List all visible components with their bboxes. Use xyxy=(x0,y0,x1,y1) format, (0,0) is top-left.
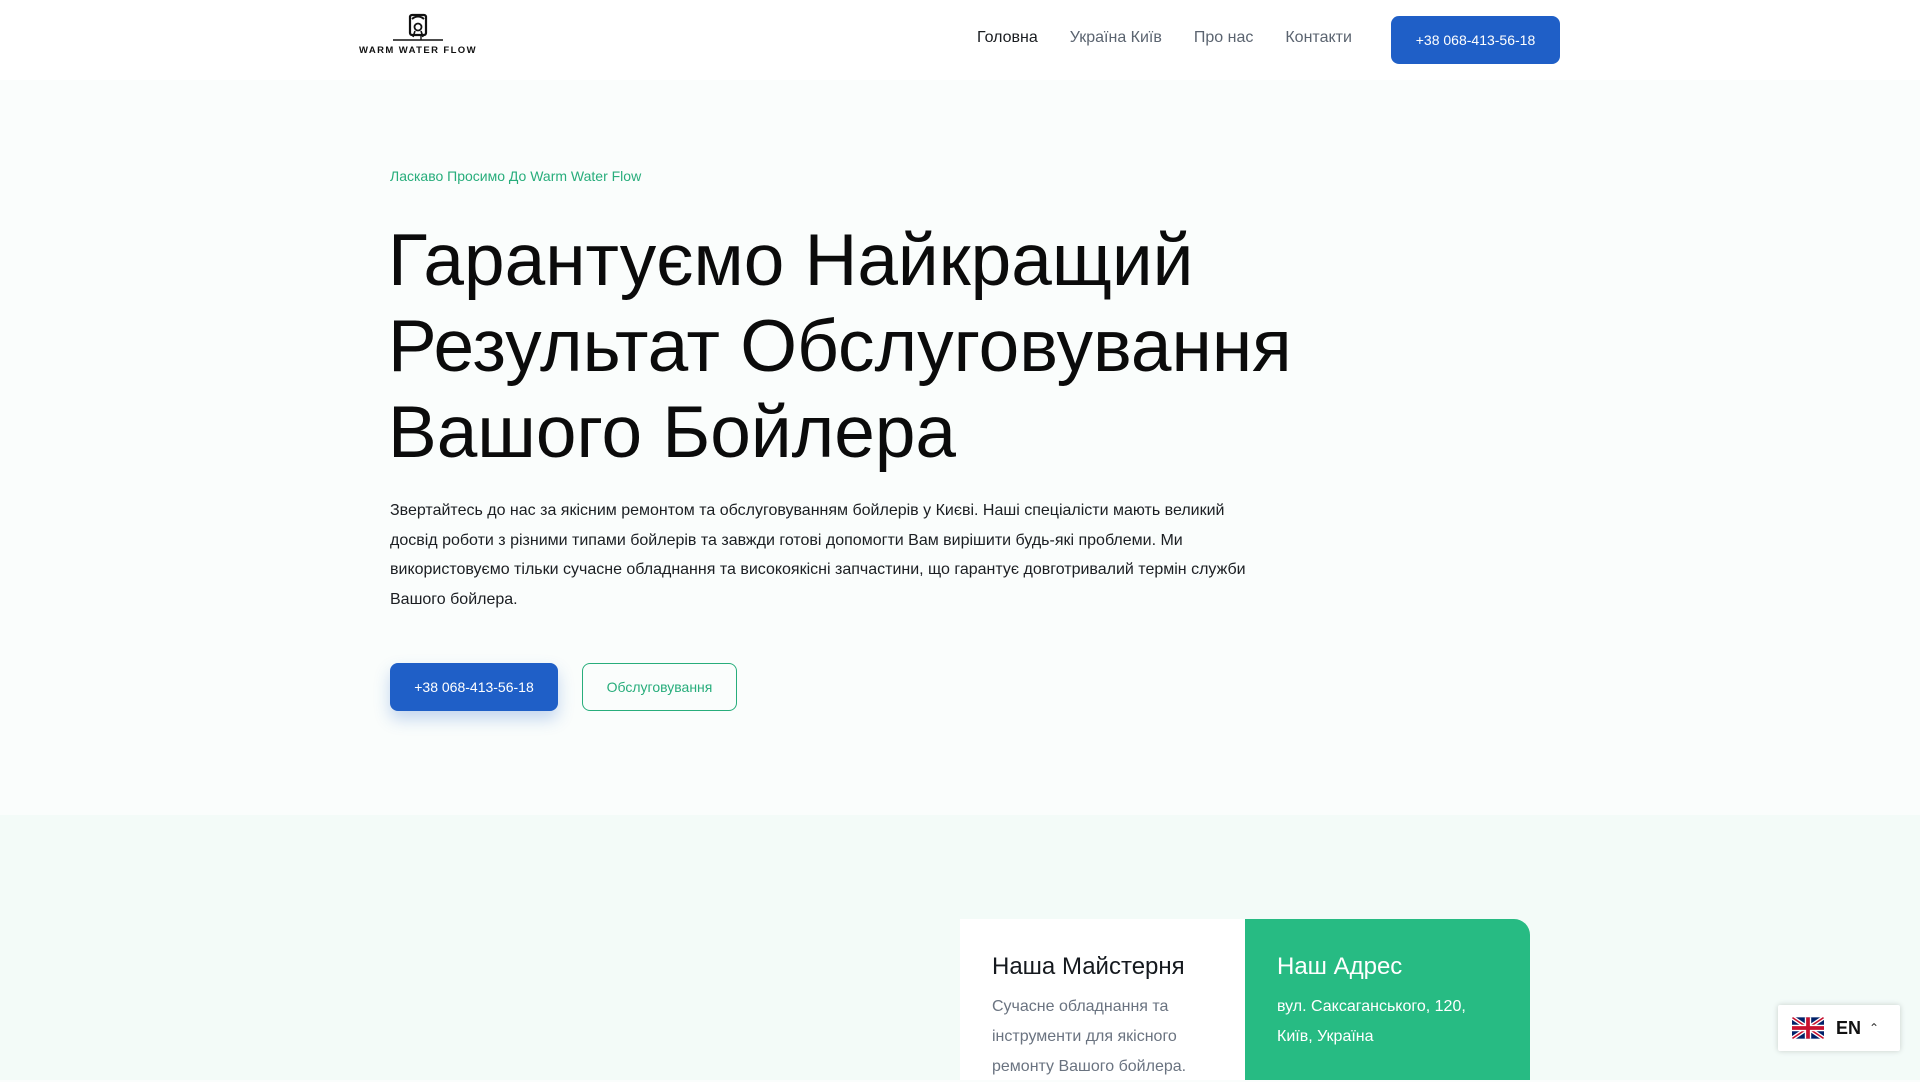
hero-eyebrow: Ласкаво Просимо До Warm Water Flow xyxy=(390,168,642,184)
address-card: Наш Адрес вул. Саксаганського, 120, Київ… xyxy=(1245,919,1530,1080)
nav-item-contacts[interactable]: Контакти xyxy=(1285,29,1352,47)
language-code: EN xyxy=(1836,1017,1862,1038)
hero-description: Звертайтесь до нас за якісним ремонтом т… xyxy=(390,502,1246,608)
nav-item-about[interactable]: Про нас xyxy=(1194,29,1253,47)
site-header: WARM WATER FLOW Головна Україна Київ Про… xyxy=(0,0,1920,80)
chevron-up-icon: ⌃ xyxy=(1869,1021,1880,1035)
nav-item-home[interactable]: Головна xyxy=(977,29,1038,47)
service-button[interactable]: Обслуговування xyxy=(582,663,737,711)
nav-item-ukraine-kyiv[interactable]: Україна Київ xyxy=(1070,29,1162,47)
logo-text: WARM WATER FLOW xyxy=(359,45,477,56)
header-phone-button[interactable]: +38 068-413-56-18 xyxy=(1391,16,1560,64)
logo[interactable]: WARM WATER FLOW xyxy=(358,13,478,67)
workshop-card: Наша Майстерня Сучасне обладнання та інс… xyxy=(960,919,1245,1080)
language-switcher[interactable]: EN ⌃ xyxy=(1778,1005,1900,1051)
workshop-card-title: Наша Майстерня xyxy=(992,953,1185,980)
address-card-text: вул. Саксаганського, 120, Київ, Україна xyxy=(1277,998,1466,1045)
address-card-title: Наш Адрес xyxy=(1277,953,1403,980)
uk-flag-icon xyxy=(1792,1017,1824,1039)
hero-phone-button[interactable]: +38 068-413-56-18 xyxy=(390,663,558,711)
workshop-card-text: Сучасне обладнання та інструменти для як… xyxy=(992,998,1187,1075)
hero-title: Гарантуємо Найкращий Результат Обслугову… xyxy=(388,220,1292,473)
main-nav: Головна Україна Київ Про нас Контакти xyxy=(977,29,1384,47)
logo-mark-icon xyxy=(393,13,443,41)
